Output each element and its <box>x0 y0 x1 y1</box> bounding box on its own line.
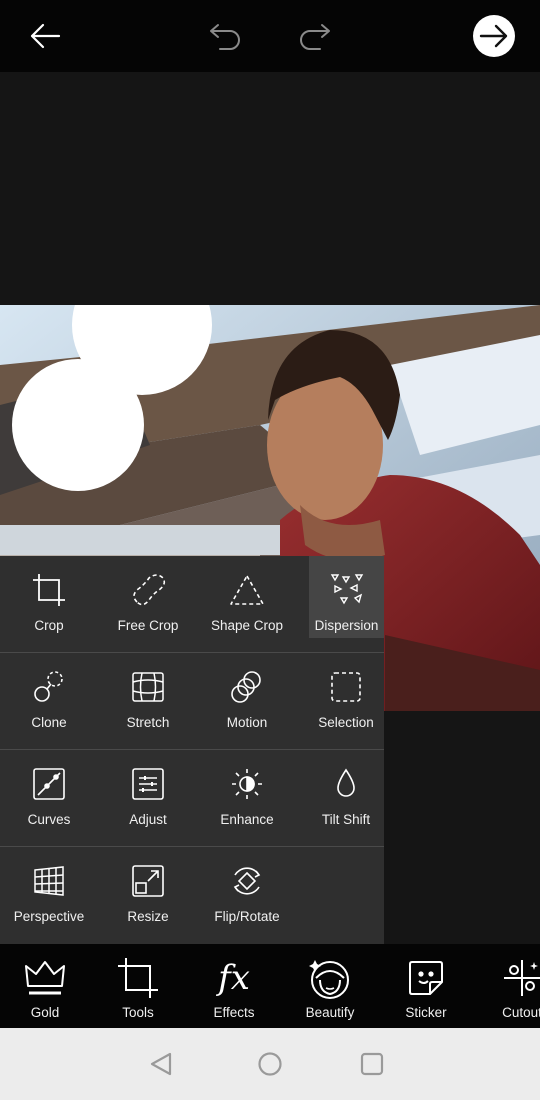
tool-label: Stretch <box>126 715 170 730</box>
crown-icon <box>25 961 65 995</box>
undo-button[interactable] <box>203 14 247 58</box>
tool-label: Enhance <box>220 812 274 827</box>
motion-icon <box>231 671 261 703</box>
tool-label: Tilt Shift <box>321 812 371 827</box>
perspective-icon <box>34 866 64 896</box>
tool-perspective[interactable]: Perspective <box>1 847 97 944</box>
nav-effects[interactable]: fx Effects <box>186 944 282 1028</box>
enhance-icon <box>232 769 262 799</box>
system-recents-button[interactable] <box>356 1048 388 1080</box>
tool-clone[interactable]: Clone <box>1 653 97 750</box>
redo-button[interactable] <box>293 14 337 58</box>
nav-label: Beautify <box>305 1005 355 1020</box>
nav-label: Gold <box>30 1005 60 1020</box>
free-crop-icon <box>133 574 166 606</box>
tool-label: Curves <box>27 812 71 827</box>
tool-label: Dispersion <box>314 618 379 633</box>
nav-back-icon <box>150 1052 172 1076</box>
beautify-icon <box>309 960 349 999</box>
tool-label: Motion <box>226 715 268 730</box>
tool-label: Flip/Rotate <box>214 909 280 924</box>
flip-rotate-icon <box>233 867 261 895</box>
nav-sticker[interactable]: Sticker <box>378 944 474 1028</box>
tool-motion[interactable]: Motion <box>199 653 295 750</box>
tool-flip-rotate[interactable]: Flip/Rotate <box>199 847 295 944</box>
system-home-button[interactable] <box>254 1048 286 1080</box>
nav-tools[interactable]: Tools <box>90 944 186 1028</box>
tool-tilt-shift[interactable]: Tilt Shift <box>298 750 394 847</box>
next-button[interactable] <box>472 14 516 58</box>
clone-icon <box>34 671 63 702</box>
tool-label: Clone <box>31 715 67 730</box>
curves-icon <box>33 768 65 800</box>
tool-curves[interactable]: Curves <box>1 750 97 847</box>
tool-stretch[interactable]: Stretch <box>100 653 196 750</box>
nav-home-icon <box>258 1052 282 1076</box>
tools-row: Perspective Resize Flip/Rotate <box>0 847 384 944</box>
stretch-icon <box>132 672 164 702</box>
top-toolbar <box>0 0 540 72</box>
tool-adjust[interactable]: Adjust <box>100 750 196 847</box>
sticker-icon <box>409 961 443 995</box>
dispersion-icon <box>330 574 363 605</box>
crop-icon <box>33 574 65 606</box>
cutout-icon <box>504 960 540 996</box>
system-back-button[interactable] <box>145 1048 177 1080</box>
nav-recents-icon <box>360 1052 384 1076</box>
arrow-right-circle-icon <box>473 15 515 57</box>
tool-dispersion[interactable]: Dispersion <box>309 556 384 638</box>
tool-label: Perspective <box>13 909 85 924</box>
nav-gold[interactable]: Gold <box>0 944 93 1028</box>
nav-label: Effects <box>213 1005 255 1020</box>
tool-shape-crop[interactable]: Shape Crop <box>199 556 295 653</box>
bottom-nav: Gold Tools fx Effects Beautify Sticker C… <box>0 944 540 1028</box>
shape-crop-icon <box>230 575 264 605</box>
tool-label: Resize <box>127 909 169 924</box>
crop-tools-icon <box>118 958 158 998</box>
tool-free-crop[interactable]: Free Crop <box>100 556 196 653</box>
nav-beautify[interactable]: Beautify <box>282 944 378 1028</box>
arrow-left-icon <box>30 23 61 49</box>
tool-label: Free Crop <box>117 618 179 633</box>
tool-selection[interactable]: Selection <box>298 653 394 750</box>
tools-row: Clone Stretch Motion Selection <box>0 653 384 750</box>
nav-label: Sticker <box>405 1005 447 1020</box>
selection-icon <box>331 672 361 702</box>
undo-icon <box>210 24 240 50</box>
tool-enhance[interactable]: Enhance <box>199 750 295 847</box>
tool-label: Crop <box>34 618 64 633</box>
system-nav-bar <box>0 1028 540 1100</box>
resize-icon <box>132 865 164 897</box>
nav-label: Tools <box>122 1005 154 1020</box>
tools-panel: Crop Free Crop Shape Crop Dispersion Clo… <box>0 556 384 944</box>
nav-label: Cutout <box>502 1005 540 1020</box>
back-button[interactable] <box>23 14 67 58</box>
tools-row: Curves Adjust Enhance Tilt Shift <box>0 750 384 847</box>
tools-row: Crop Free Crop Shape Crop Dispersion <box>0 556 384 653</box>
tool-resize[interactable]: Resize <box>100 847 196 944</box>
tool-label: Adjust <box>129 812 167 827</box>
redo-icon <box>300 24 330 50</box>
nav-cutout[interactable]: Cutout <box>474 944 540 1028</box>
tool-crop[interactable]: Crop <box>1 556 97 653</box>
fx-icon: fx <box>218 958 250 998</box>
tool-label: Selection <box>318 715 374 730</box>
adjust-icon <box>132 768 164 800</box>
tool-label: Shape Crop <box>210 618 284 633</box>
tilt-shift-icon <box>337 768 355 797</box>
